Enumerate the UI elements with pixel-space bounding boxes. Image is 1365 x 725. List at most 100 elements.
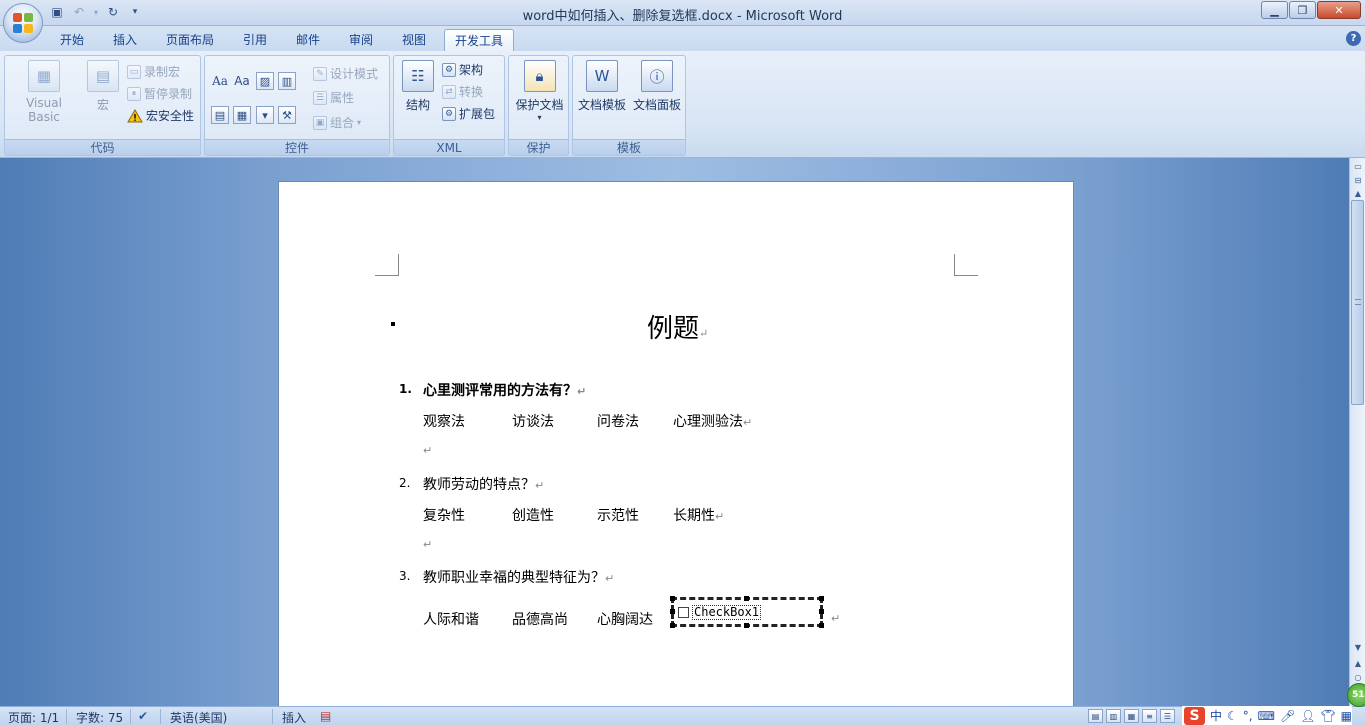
option[interactable]: 复杂性 <box>423 505 465 525</box>
schema-button[interactable]: ⚙ 架构 <box>442 60 483 79</box>
notification-badge[interactable]: 51 <box>1347 683 1365 707</box>
more-controls-icon[interactable]: ⚒ <box>278 106 296 124</box>
office-button[interactable] <box>3 3 43 43</box>
group-button[interactable]: ▣ 组合 ▾ <box>313 113 361 132</box>
option[interactable]: 示范性 <box>597 505 639 525</box>
scroll-up-icon[interactable]: ▲ <box>1351 186 1365 200</box>
expansion-pack-button[interactable]: ⚙ 扩展包 <box>442 104 495 123</box>
properties-button[interactable]: ☰ 属性 <box>313 88 354 107</box>
checkbox-control[interactable]: CheckBox1 <box>670 596 824 628</box>
document-template-button[interactable]: W 文档模板 <box>575 60 629 113</box>
keyboard-icon[interactable]: ⌨ <box>1258 709 1275 723</box>
question-text[interactable]: 教师职业幸福的典型特征为？↵ <box>423 567 614 587</box>
visual-basic-button[interactable]: ▦ Visual Basic <box>9 60 79 124</box>
rich-text-control-icon[interactable]: Aa <box>211 72 229 90</box>
paragraph-mark: ↵ <box>831 612 841 625</box>
scroll-down-icon[interactable]: ▼ <box>1351 640 1365 654</box>
restore-button[interactable]: ❐ <box>1289 1 1316 19</box>
option[interactable]: 人际和谐 <box>423 609 479 629</box>
legacy-tools-icon[interactable]: ▥ <box>278 72 296 90</box>
resize-handle[interactable] <box>819 623 824 628</box>
grid-icon[interactable]: ▦ <box>1341 709 1352 723</box>
transform-button[interactable]: ⇄ 转换 <box>442 82 483 101</box>
picture-control-icon[interactable]: ▨ <box>256 72 274 90</box>
user-icon[interactable]: 👤︎ <box>1300 709 1315 723</box>
macro-security-button[interactable]: 宏安全性 <box>127 106 194 125</box>
close-button[interactable]: ✕ <box>1317 1 1361 19</box>
checkbox-square[interactable] <box>678 607 689 618</box>
tab-developer[interactable]: 开发工具 <box>444 29 514 51</box>
macros-button[interactable]: ▤ 宏 <box>85 60 121 113</box>
scroll-thumb[interactable] <box>1351 200 1364 405</box>
record-macro-button[interactable]: ▭ 录制宏 <box>127 62 180 81</box>
punctuation-icon[interactable]: °, <box>1243 709 1253 723</box>
structure-button[interactable]: ☷ 结构 <box>400 60 436 113</box>
document-area[interactable]: 例题↵ 1. 心里测评常用的方法有？↵ 观察法 访谈法 问卷法 心理测验法↵ ↵… <box>0 158 1349 706</box>
document-title[interactable]: 例题↵ <box>647 308 708 345</box>
design-mode-button[interactable]: ✎ 设计模式 <box>313 64 378 83</box>
previous-page-icon[interactable]: ▲ <box>1351 656 1365 670</box>
draft-view-icon[interactable]: ☰ <box>1160 709 1175 723</box>
resize-handle[interactable] <box>819 596 824 601</box>
word-count[interactable]: 字数: 75 <box>76 709 123 725</box>
proofing-icon[interactable]: ✔ <box>138 709 148 723</box>
insert-mode-indicator[interactable]: 插入 <box>282 709 306 725</box>
tab-page-layout[interactable]: 页面布局 <box>156 29 224 51</box>
tab-review[interactable]: 审阅 <box>340 29 382 51</box>
dropdown-control-icon[interactable]: ▾ <box>256 106 274 124</box>
pause-recording-button[interactable]: ⏸ 暂停录制 <box>127 84 192 103</box>
protect-document-button[interactable]: 🔒︎ 保护文档 ▾ <box>511 60 568 122</box>
full-screen-reading-icon[interactable]: ▥ <box>1106 709 1121 723</box>
page-count[interactable]: 页面: 1/1 <box>8 709 59 725</box>
sogou-logo-icon[interactable]: S <box>1184 706 1206 725</box>
browse-object-icon[interactable]: ○ <box>1351 670 1365 684</box>
minimize-button[interactable]: ▁ <box>1261 1 1288 19</box>
outline-view-icon[interactable]: ≡ <box>1142 709 1157 723</box>
tab-view[interactable]: 视图 <box>392 29 436 51</box>
status-bar: 页面: 1/1 字数: 75 ✔ 英语(美国) 插入 ▤ ▤ ▥ ▦ ≡ ☰ <box>0 706 1365 725</box>
print-layout-view-icon[interactable]: ▤ <box>1088 709 1103 723</box>
help-icon[interactable]: ? <box>1346 31 1361 46</box>
question-text[interactable]: 教师劳动的特点？↵ <box>423 474 544 494</box>
option[interactable]: 心理测验法↵ <box>673 411 752 431</box>
option[interactable]: 观察法 <box>423 411 465 431</box>
tab-references[interactable]: 引用 <box>234 29 276 51</box>
resize-handle[interactable] <box>670 623 675 628</box>
status-separator <box>130 709 131 724</box>
macro-record-icon[interactable]: ▤ <box>320 709 331 723</box>
language-indicator[interactable]: 英语(美国) <box>170 709 227 725</box>
ruler-toggle-icon[interactable]: ▭ <box>1351 159 1365 173</box>
building-block-icon[interactable]: ▤ <box>211 106 229 124</box>
resize-handle[interactable] <box>744 596 749 601</box>
tab-insert[interactable]: 插入 <box>104 29 146 51</box>
moon-icon[interactable]: ☾ <box>1227 709 1238 723</box>
document-panel-button[interactable]: ⓘ 文档面板 <box>630 60 684 113</box>
option[interactable]: 心胸阔达 <box>597 609 653 629</box>
plain-text-control-icon[interactable]: Aa <box>233 72 251 90</box>
tab-mailings[interactable]: 邮件 <box>286 29 330 51</box>
view-ruler-icon[interactable]: ⊟ <box>1351 173 1365 187</box>
lock-icon: 🔒︎ <box>523 60 556 92</box>
vertical-scrollbar[interactable]: ▭ ⊟ ▲ ▼ ▲ ○ <box>1349 158 1365 706</box>
option[interactable]: 问卷法 <box>597 411 639 431</box>
resize-handle[interactable] <box>670 609 675 614</box>
document-page[interactable]: 例题↵ 1. 心里测评常用的方法有？↵ 观察法 访谈法 问卷法 心理测验法↵ ↵… <box>278 181 1074 706</box>
paragraph-mark: ↵ <box>605 572 615 585</box>
resize-handle[interactable] <box>819 609 824 614</box>
option[interactable]: 品德高尚 <box>512 609 568 629</box>
resize-handle[interactable] <box>744 623 749 628</box>
ime-chinese-mode[interactable]: 中 <box>1210 707 1222 724</box>
option[interactable]: 长期性↵ <box>673 505 724 525</box>
skin-icon[interactable]: 👕︎ <box>1320 709 1335 723</box>
voice-icon[interactable]: 🎤︎ <box>1280 709 1295 723</box>
date-picker-icon[interactable]: ▦ <box>233 106 251 124</box>
question-text[interactable]: 心里测评常用的方法有？↵ <box>423 380 586 400</box>
resize-handle[interactable] <box>670 596 675 601</box>
tab-home[interactable]: 开始 <box>50 29 94 51</box>
option[interactable]: 访谈法 <box>512 411 554 431</box>
checkbox[interactable]: CheckBox1 <box>678 605 762 620</box>
option[interactable]: 创造性 <box>512 505 554 525</box>
web-layout-icon[interactable]: ▦ <box>1124 709 1139 723</box>
warning-icon <box>127 108 143 123</box>
properties-label: 属性 <box>330 91 355 105</box>
